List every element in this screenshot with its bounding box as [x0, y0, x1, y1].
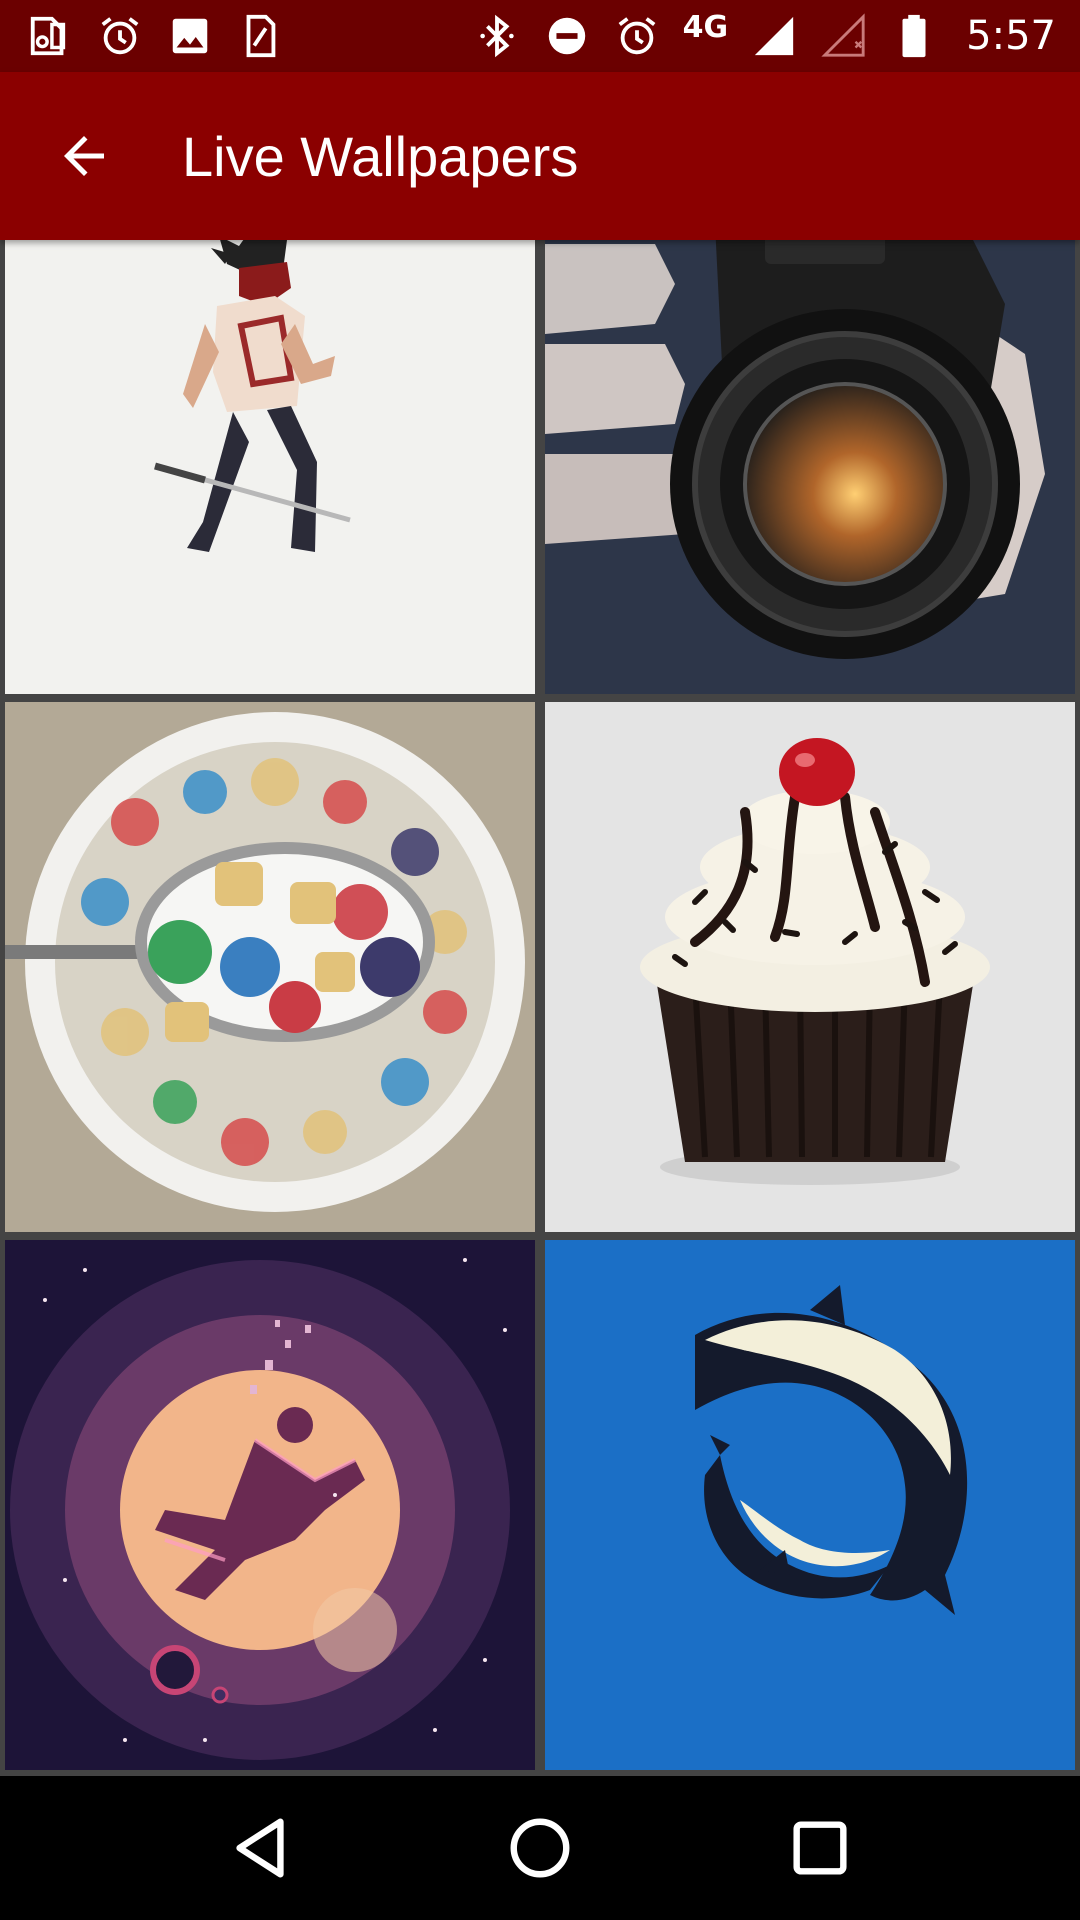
page-title: Live Wallpapers [182, 124, 579, 188]
cupcake-photo [545, 702, 1075, 1232]
samurai-illustration [5, 240, 535, 694]
alarm-icon [613, 12, 661, 60]
wallpaper-tile-samurai[interactable] [5, 240, 535, 694]
signal-icon [750, 12, 798, 60]
cereal-photo [5, 702, 535, 1232]
clock: 5:57 [966, 13, 1056, 59]
status-bar: 4G 5:57 [0, 0, 1080, 72]
navigation-bar [0, 1776, 1080, 1920]
wallpaper-tile-cereal[interactable] [5, 702, 535, 1232]
back-triangle-icon [236, 1818, 284, 1878]
battery-icon [890, 12, 938, 60]
nav-home-button[interactable] [490, 1798, 590, 1898]
nav-back-button[interactable] [210, 1798, 310, 1898]
image-icon [166, 12, 214, 60]
sd-card-icon [26, 12, 74, 60]
status-bar-left [26, 12, 284, 60]
status-bar-right: 4G 5:57 [473, 9, 1056, 60]
wallpaper-tile-space-diver[interactable] [5, 1240, 535, 1770]
network-type: 4G [682, 9, 729, 45]
space-diver-illustration [5, 1240, 535, 1770]
nav-recents-button[interactable] [770, 1798, 870, 1898]
camera-photo [545, 240, 1075, 694]
orcas-illustration [545, 1240, 1075, 1770]
home-circle-icon [510, 1818, 570, 1878]
wallpaper-tile-camera[interactable] [545, 240, 1075, 694]
do-not-disturb-icon [543, 12, 591, 60]
wallpaper-grid [0, 240, 1080, 1776]
signal-empty-icon [820, 12, 868, 60]
arrow-back-icon [64, 136, 104, 176]
back-button[interactable] [48, 120, 120, 192]
wallpaper-tile-cupcake[interactable] [545, 702, 1075, 1232]
recents-square-icon [793, 1821, 847, 1875]
app-bar: Live Wallpapers [0, 72, 1080, 240]
sim-icon [236, 12, 284, 60]
bluetooth-icon [473, 12, 521, 60]
wallpaper-tile-orcas[interactable] [545, 1240, 1075, 1770]
alarm-icon [96, 12, 144, 60]
